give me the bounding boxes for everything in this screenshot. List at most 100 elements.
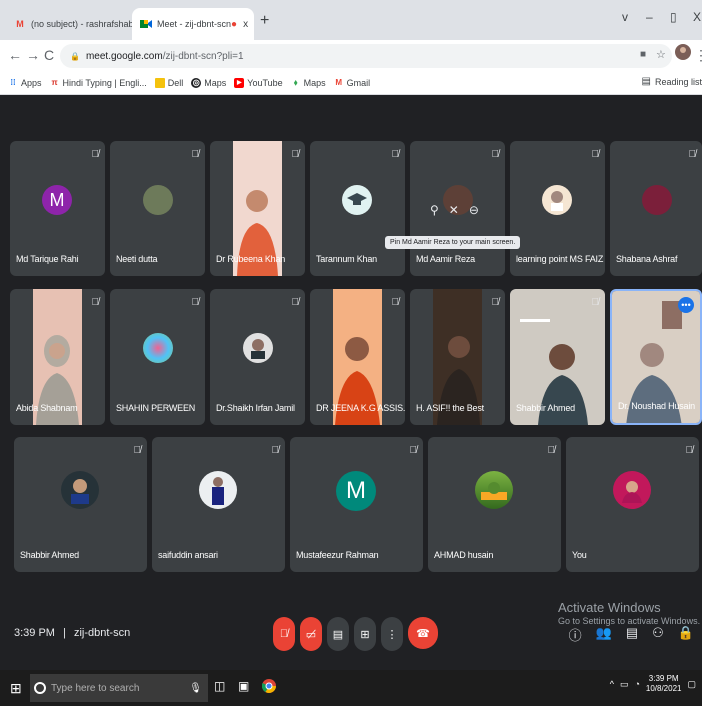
windows-start-icon[interactable]: ⊞ (10, 680, 22, 697)
folder-icon (154, 77, 165, 88)
remove-icon[interactable]: ⊖ (469, 203, 479, 217)
microphone-icon: 🎙 (189, 682, 202, 694)
activities-icon[interactable]: ⚇ (652, 625, 664, 644)
camera-in-use-icon[interactable]: ■ (640, 49, 646, 60)
participant-tile[interactable]: 🎙̸ learning point MS FAIZ (510, 141, 605, 276)
participant-tile[interactable]: 🎙̸ SHAHIN PERWEEN (110, 289, 205, 425)
captions-button[interactable]: ▤ (327, 617, 349, 651)
chevron-up-icon[interactable]: ^ (610, 679, 614, 689)
avatar (342, 185, 372, 215)
taskbar-search[interactable]: Type here to search 🎙 (30, 674, 208, 702)
mic-toggle-button[interactable]: 🎙̸ (273, 617, 295, 651)
participant-tile[interactable]: 🎙̸ ⚲ ✕ ⊖ Md Aamir Reza (410, 141, 505, 276)
participant-tile[interactable]: 🎙̸ Dr.Shaikh Irfan Jamil (210, 289, 305, 425)
back-icon[interactable]: ← (8, 47, 22, 63)
mic-off-icon: 🎙̸ (591, 297, 600, 308)
bookmark-label: Dell (167, 77, 184, 88)
bookmark-maps[interactable]: ◎ Maps (191, 77, 226, 88)
browser-menu-icon[interactable]: ⋮ (694, 47, 702, 64)
participant-tile[interactable]: 🎙̸ Shabana Ashraf (610, 141, 702, 276)
file-explorer-icon[interactable]: ▣ (238, 679, 249, 693)
mic-off-icon: 🎙̸ (409, 445, 418, 456)
mic-off-icon: 🎙̸ (685, 445, 694, 456)
mute-icon[interactable]: ✕ (449, 203, 459, 217)
bookmark-label: Gmail (346, 77, 371, 88)
wifi-icon[interactable]: ◔ (634, 679, 639, 689)
bookmark-apps[interactable]: ⁞⁞ Apps (8, 78, 41, 88)
tab-search-icon[interactable]: v (622, 10, 628, 24)
pin-icon[interactable]: ⚲ (430, 203, 439, 217)
forward-icon[interactable]: → (26, 47, 40, 63)
participant-tile[interactable]: 🎙̸ Shabbir Ahmed (510, 289, 605, 425)
close-tab-icon[interactable]: x (243, 19, 248, 30)
notifications-icon[interactable]: ▢ (687, 679, 696, 690)
present-icon: ⊞ (360, 628, 370, 641)
participant-tile[interactable]: 🎙̸ Neeti dutta (110, 141, 205, 276)
participant-name: Abida Shabnam (16, 403, 78, 413)
clock-time: 3:39 PM (648, 674, 679, 683)
new-tab-button[interactable]: + (260, 12, 269, 30)
apps-grid-icon: ⁞⁞ (10, 78, 16, 87)
leave-call-button[interactable]: ☎ (408, 617, 438, 649)
minimize-button[interactable]: – (646, 10, 653, 24)
typing-icon: π (51, 78, 58, 87)
more-vert-icon: ⋮ (386, 628, 398, 641)
maps-pin-icon: ⬧ (293, 77, 298, 87)
participant-tile[interactable]: 🎙̸ Dr Rubeena Khan (210, 141, 305, 276)
participant-name: Dr Rubeena Khan (216, 254, 286, 264)
gmail-icon: M (335, 78, 342, 87)
task-view-icon[interactable]: ◫ (214, 679, 225, 693)
bookmark-gmail[interactable]: M Gmail (334, 77, 371, 88)
system-clock[interactable]: 3:39 PM 10/8/2021 (646, 674, 682, 695)
tab-title: Meet - zij-dbnt-scn (157, 19, 232, 29)
close-window-button[interactable]: X (693, 10, 701, 24)
participant-tile[interactable]: 🎙̸ Shabbir Ahmed (14, 437, 147, 572)
more-options-button[interactable]: ••• (678, 297, 694, 313)
info-icon[interactable]: ⓘ (569, 625, 582, 644)
participant-tile[interactable]: 🎙̸ saifuddin ansari (152, 437, 285, 572)
clock-date: 10/8/2021 (645, 684, 682, 694)
avatar: M (42, 185, 72, 215)
present-button[interactable]: ⊞ (354, 617, 376, 651)
participant-name: Md Aamir Reza (416, 254, 475, 264)
battery-icon[interactable]: ▭ (620, 679, 629, 690)
address-bar[interactable]: 🔒 meet.google.com/zij-dbnt-scn?pli=1 (60, 44, 672, 68)
avatar (542, 185, 572, 215)
avatar (642, 185, 672, 215)
participant-tile[interactable]: 🎙̸ DR JEENA K.G ASSIS... (310, 289, 405, 425)
chrome-icon[interactable] (261, 679, 276, 696)
browser-tab-strip: M (no subject) - rashrafshabana@gma x Me… (0, 0, 702, 40)
mic-off-icon: 🎙̸ (688, 149, 697, 160)
tab-gmail[interactable]: M (no subject) - rashrafshabana@gma x (6, 8, 132, 40)
participant-tile[interactable]: 🎙̸ Abida Shabnam (10, 289, 105, 425)
participant-tile[interactable]: 🎙̸ You (566, 437, 699, 572)
bookmark-star-icon[interactable]: ☆ (656, 48, 666, 61)
camera-toggle-button[interactable]: ▭̸ (300, 617, 322, 651)
avatar (61, 471, 99, 509)
profile-avatar[interactable] (675, 44, 691, 63)
participant-name: Shabana Ashraf (616, 254, 678, 264)
bookmark-youtube[interactable]: ▶ YouTube (234, 77, 283, 88)
restore-button[interactable]: ▯ (670, 10, 677, 24)
youtube-icon: ▶ (234, 77, 245, 88)
host-controls-icon[interactable]: 🔒 (678, 625, 694, 644)
participant-tile[interactable]: 🎙̸ M Md Tarique Rahi (10, 141, 105, 276)
people-icon[interactable]: 👥 (596, 625, 612, 644)
tab-meet[interactable]: Meet - zij-dbnt-scn ● x (132, 8, 254, 40)
participant-tile[interactable]: 🎙̸ H. ASIF!! the Best (410, 289, 505, 425)
participant-tile[interactable]: 🎙̸ AHMAD husain (428, 437, 561, 572)
bookmark-hindi-typing[interactable]: π Hindi Typing | Engli... (50, 78, 146, 88)
participant-tile[interactable]: ••• Dr. Noushad Husain (610, 289, 702, 425)
bookmark-maps-2[interactable]: ⬧ Maps (291, 78, 326, 88)
chat-icon[interactable]: ▤ (626, 625, 638, 644)
reload-icon[interactable]: C (44, 47, 54, 63)
more-options-menu-button[interactable]: ⋮ (381, 617, 403, 651)
participant-name: DR JEENA K.G ASSIS... (316, 403, 405, 413)
mic-off-icon: 🎙̸ (91, 149, 100, 160)
participant-tile[interactable]: 🎙̸ Tarannum Khan (310, 141, 405, 276)
mic-off-icon: 🎙̸ (279, 628, 289, 640)
participant-tile[interactable]: 🎙̸ M Mustafeezur Rahman (290, 437, 423, 572)
reading-list[interactable]: ▤ Reading list (642, 76, 702, 87)
mic-off-icon: 🎙̸ (291, 297, 300, 308)
bookmark-dell[interactable]: Dell (154, 77, 184, 88)
